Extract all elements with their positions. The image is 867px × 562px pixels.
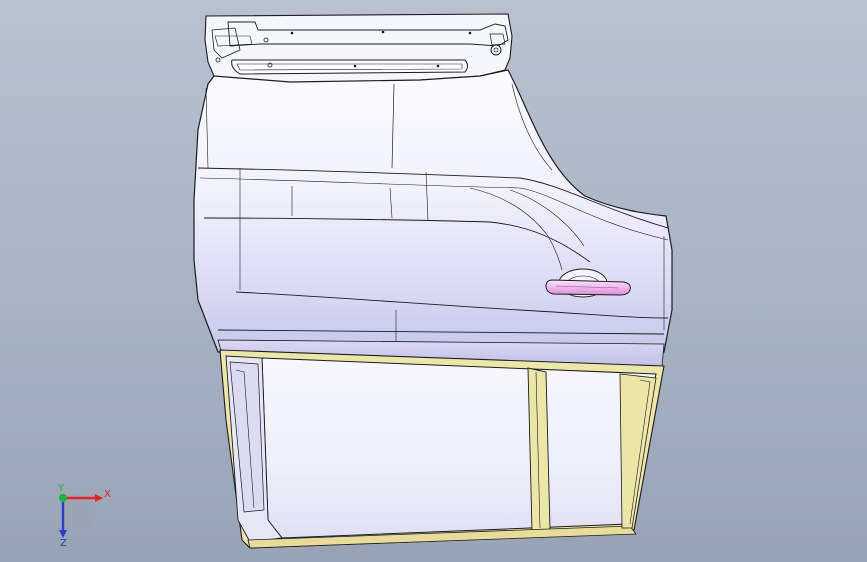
z-axis-label: Z (60, 538, 67, 549)
axis-triad: X Y Z (57, 483, 111, 549)
y-axis-dot (59, 494, 67, 502)
door-lower-frame (219, 349, 665, 549)
door-outer-panel (193, 69, 673, 353)
model-canvas[interactable]: X Y Z (0, 0, 867, 562)
graphics-viewport[interactable]: X Y Z (0, 0, 867, 562)
y-axis-label: Y (57, 483, 65, 494)
window-rail (204, 13, 513, 83)
x-axis-label: X (104, 489, 111, 500)
